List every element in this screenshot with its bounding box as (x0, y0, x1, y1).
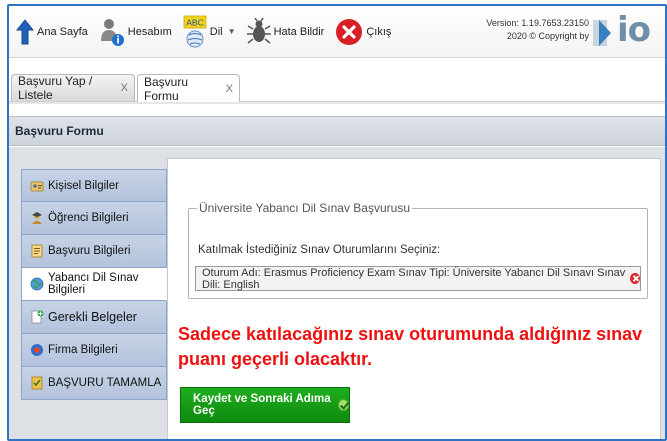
menu-label: Gerekli Belgeler (48, 310, 137, 324)
step-application-info[interactable]: Başvuru Bilgileri (21, 235, 167, 268)
account-button[interactable]: Hesabım (95, 12, 176, 52)
person-card-icon (30, 181, 44, 191)
form-content: Üniversite Yabancı Dil Sınav Başvurusu K… (167, 158, 661, 439)
top-toolbar: Ana Sayfa Hesabım ABC Dil ▼ Hata Bildir … (9, 6, 665, 58)
menu-label: Başvuru Bilgileri (48, 245, 131, 257)
remove-icon[interactable] (630, 273, 640, 284)
checklist-icon (31, 376, 43, 390)
chevron-down-icon: ▼ (227, 27, 236, 36)
step-company-info[interactable]: Firma Bilgileri (21, 334, 167, 367)
exit-button[interactable]: Çıkış (331, 12, 395, 52)
report-bug-label: Hata Bildir (273, 25, 325, 38)
menu-label: Firma Bilgileri (48, 344, 118, 356)
step-required-documents[interactable]: Gerekli Belgeler (21, 301, 167, 334)
account-label: Hesabım (127, 25, 172, 38)
wizard-step-menu: Kişisel Bilgiler Öğrenci Bilgileri Başvu… (21, 169, 167, 400)
menu-label: Öğrenci Bilgileri (48, 212, 129, 224)
user-info-icon (99, 17, 125, 47)
menu-label: Yabancı Dil Sınav Bilgileri (48, 272, 139, 296)
step-student-info[interactable]: Öğrenci Bilgileri (21, 202, 167, 235)
version-info: Version: 1.19.7653.23150 2020 © Copyrigh… (486, 17, 589, 43)
session-select-field[interactable]: Oturum Adı: Erasmus Proficiency Exam Sın… (195, 266, 641, 291)
step-foreign-language-exam[interactable]: Yabancı Dil Sınav Bilgileri (21, 268, 167, 301)
tab-label: Başvuru Formu (144, 74, 189, 103)
language-label: Dil (209, 25, 223, 38)
company-icon (31, 344, 43, 356)
company-logo: io (593, 12, 665, 48)
selected-session-chip: Oturum Adı: Erasmus Proficiency Exam Sın… (202, 266, 626, 291)
save-and-continue-button[interactable]: Kaydet ve Sonraki Adıma Geç (180, 387, 350, 423)
panel-title: Başvuru Formu (15, 124, 104, 138)
copyright-line: 2020 © Copyright by (506, 31, 589, 41)
report-bug-button[interactable]: Hata Bildir (243, 12, 329, 52)
document-icon (31, 244, 43, 258)
add-document-icon (31, 310, 44, 324)
session-prompt: Katılmak İstediğiniz Sınav Oturumlarını … (198, 244, 441, 256)
step-complete-application[interactable]: BAŞVURU TAMAMLA (21, 367, 167, 400)
close-icon[interactable]: X (121, 82, 128, 94)
fieldset-legend: Üniversite Yabancı Dil Sınav Başvurusu (197, 201, 412, 215)
version-line: Version: 1.19.7653.23150 (486, 18, 589, 28)
globe-icon (30, 277, 44, 291)
logo-text: io (617, 12, 651, 48)
app-window: Ana Sayfa Hesabım ABC Dil ▼ Hata Bildir … (7, 4, 667, 441)
exam-application-fieldset: Üniversite Yabancı Dil Sınav Başvurusu K… (188, 201, 648, 299)
save-button-label: Kaydet ve Sonraki Adıma Geç (193, 393, 331, 417)
exit-label: Çıkış (366, 25, 392, 38)
language-dropdown[interactable]: ABC Dil ▼ (179, 12, 240, 52)
home-arrow-icon (16, 18, 34, 45)
step-personal-info[interactable]: Kişisel Bilgiler (21, 169, 167, 202)
tab-application-form[interactable]: Başvuru Formu X (137, 74, 240, 103)
home-button[interactable]: Ana Sayfa (12, 12, 92, 52)
tab-label: Başvuru Yap / Listele (18, 74, 93, 102)
language-abc-icon: ABC (183, 15, 207, 49)
version-area: Version: 1.19.7653.23150 2020 © Copyrigh… (486, 8, 665, 52)
menu-label: BAŞVURU TAMAMLA (48, 377, 162, 389)
student-icon (32, 212, 42, 224)
check-icon (338, 399, 349, 411)
home-label: Ana Sayfa (37, 25, 88, 38)
menu-label: Kişisel Bilgiler (48, 179, 119, 192)
svg-text:ABC: ABC (186, 17, 203, 27)
tab-application-list[interactable]: Başvuru Yap / Listele X (11, 74, 135, 102)
close-circle-icon (335, 18, 363, 46)
close-icon[interactable]: X (226, 83, 233, 95)
panel-header: Başvuru Formu (9, 116, 665, 146)
warning-message: Sadece katılacağınız sınav oturumunda al… (178, 324, 643, 369)
bug-icon (246, 17, 271, 46)
